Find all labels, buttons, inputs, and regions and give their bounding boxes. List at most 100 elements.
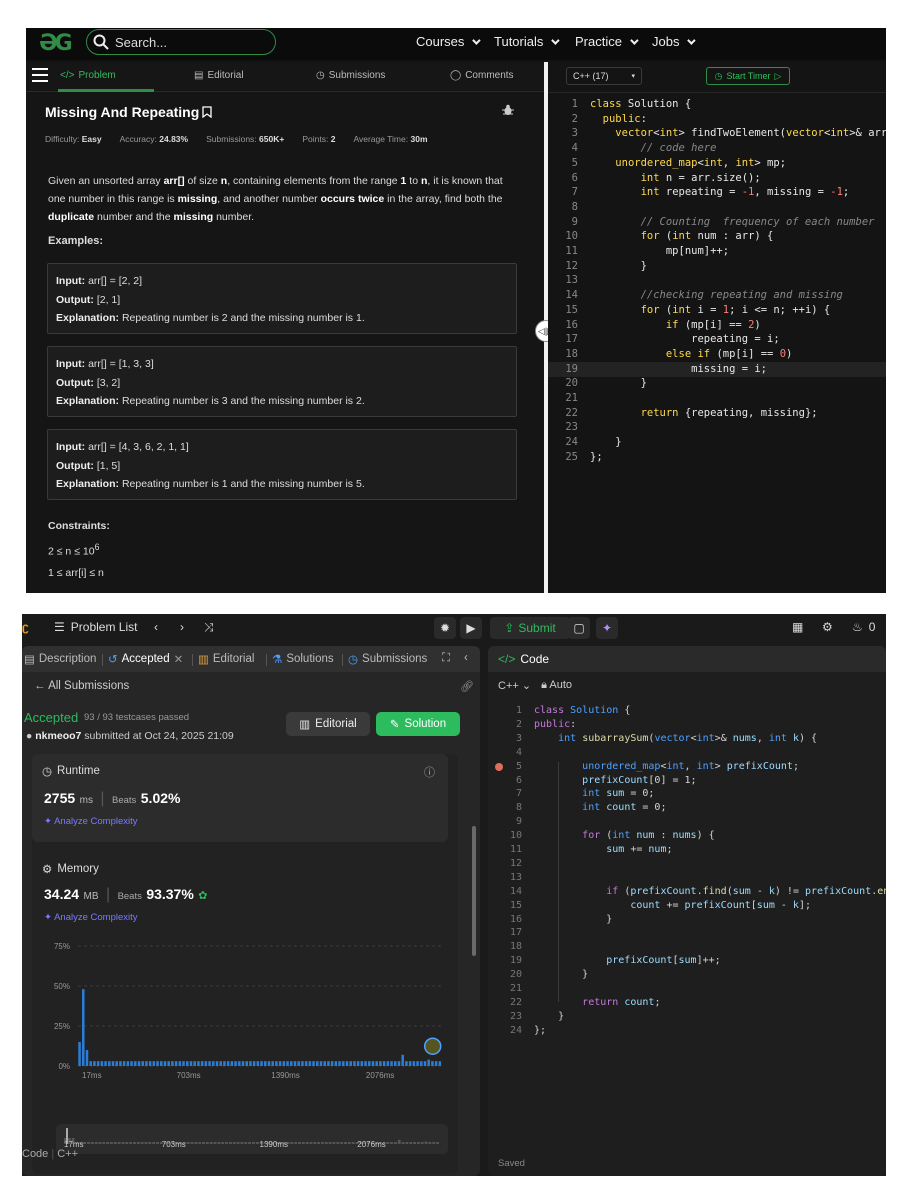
chart-bar[interactable] — [271, 1061, 274, 1066]
editorial-button[interactable]: ▥ Editorial — [286, 712, 370, 736]
code-line[interactable]: 6 prefixCount[0] = 1; — [488, 774, 886, 788]
chart-bar[interactable] — [160, 1061, 163, 1066]
chart-bar[interactable] — [264, 1061, 267, 1066]
gfg-search-box[interactable]: Search... — [86, 29, 276, 55]
gfg-code-editor[interactable]: C++ (17) ▾ ◷ Start Timer ▷ 1 class Solution … — [548, 62, 886, 593]
chart-bar[interactable] — [405, 1061, 408, 1066]
chart-bar[interactable] — [375, 1061, 378, 1066]
code-line[interactable]: 14 if (prefixCount.find(sum - k) != pref… — [488, 885, 886, 899]
chart-bar[interactable] — [104, 1061, 107, 1066]
chart-bar[interactable] — [401, 1054, 404, 1066]
chart-bar[interactable] — [96, 1061, 100, 1066]
chart-bar[interactable] — [152, 1061, 156, 1066]
code-line[interactable]: 12 } — [548, 259, 886, 274]
chart-bar[interactable] — [323, 1061, 326, 1066]
code-line[interactable]: 5 unordered_map<int, int> prefixCount; — [488, 760, 886, 774]
breakpoint-icon[interactable] — [495, 763, 503, 771]
code-line[interactable]: 19 missing = i; — [548, 361, 886, 377]
chart-bar[interactable] — [167, 1061, 170, 1066]
chart-bar[interactable] — [200, 1061, 204, 1066]
chart-bar[interactable] — [423, 1061, 427, 1066]
tab-description[interactable]: ▤ Description — [24, 652, 96, 666]
gear-icon[interactable]: ⚙ — [822, 620, 833, 634]
code-line[interactable]: 4 // code here — [548, 141, 886, 156]
code-line[interactable]: 23 — [548, 420, 886, 435]
bookmark-icon[interactable] — [202, 106, 212, 118]
chart-bar[interactable] — [193, 1061, 196, 1066]
tab-solutions[interactable]: ⚗ Solutions — [272, 652, 334, 666]
chart-bar[interactable] — [386, 1061, 390, 1066]
code-line[interactable]: 10 for (int num : nums) { — [488, 829, 886, 843]
code-line[interactable]: 9 // Counting frequency of each number — [548, 215, 886, 230]
chart-bar[interactable] — [412, 1061, 416, 1066]
chart-bar[interactable] — [189, 1061, 193, 1066]
avatar[interactable]: ● — [26, 730, 32, 742]
memory-distribution-chart[interactable]: 75% 50% 25% 0% 17ms 703ms 1390ms 2076ms — [42, 940, 452, 1080]
code-line[interactable]: 6 int n = arr.size(); — [548, 171, 886, 186]
code-line[interactable]: 24}; — [488, 1024, 886, 1038]
code-line[interactable]: 11 mp[num]++; — [548, 244, 886, 259]
chart-bar[interactable] — [100, 1061, 104, 1066]
code-line[interactable]: 12 — [488, 857, 886, 871]
chart-bar[interactable] — [349, 1061, 352, 1066]
code-line[interactable]: 7 int sum = 0; — [488, 787, 886, 801]
chart-bar[interactable] — [256, 1061, 260, 1066]
layout-grid-icon[interactable]: ▦ — [792, 620, 803, 634]
chart-bar[interactable] — [223, 1061, 226, 1066]
chart-bar[interactable] — [304, 1061, 308, 1066]
tab-problem[interactable]: </> Problem — [60, 70, 116, 81]
code-line[interactable]: 11 sum += num; — [488, 843, 886, 857]
user-position-marker[interactable] — [423, 1037, 442, 1055]
prev-problem-icon[interactable]: ‹ — [154, 620, 158, 634]
chart-bar[interactable] — [219, 1061, 222, 1066]
chart-bar[interactable] — [438, 1061, 442, 1066]
next-problem-icon[interactable]: › — [180, 620, 184, 634]
chart-bar[interactable] — [141, 1061, 144, 1066]
tab-editorial[interactable]: ▥ Editorial — [198, 652, 254, 666]
chart-bar[interactable] — [122, 1061, 126, 1066]
chart-bar[interactable] — [252, 1061, 256, 1066]
lc-code-editor[interactable]: </> Code C++ ⌄ 🔒︎ Auto 1 class Solution {2… — [488, 646, 886, 1176]
chart-bar[interactable] — [148, 1061, 152, 1066]
chart-bar[interactable] — [290, 1061, 293, 1066]
chart-bar[interactable] — [178, 1061, 182, 1066]
close-icon[interactable]: ✕ — [174, 652, 184, 666]
chart-bar[interactable] — [416, 1061, 419, 1066]
code-line[interactable]: 24 } — [548, 435, 886, 450]
chart-bar[interactable] — [420, 1061, 423, 1066]
code-line[interactable]: 21 — [488, 982, 886, 996]
chart-bar[interactable] — [249, 1061, 252, 1066]
chart-bar[interactable] — [319, 1061, 323, 1066]
code-line[interactable]: 13 — [488, 871, 886, 885]
chart-bar[interactable] — [260, 1061, 263, 1066]
code-line[interactable]: 18 else if (mp[i] == 0) — [548, 347, 886, 362]
chart-bar[interactable] — [238, 1061, 241, 1066]
chart-bar[interactable] — [171, 1061, 174, 1066]
code-line[interactable]: 16 } — [488, 913, 886, 927]
gfg-logo[interactable]: ƏG — [39, 31, 79, 56]
chart-bar[interactable] — [356, 1061, 360, 1066]
code-line[interactable]: 9 — [488, 815, 886, 829]
menu-icon[interactable] — [32, 68, 48, 82]
code-line[interactable]: 15 for (int i = 1; i <= n; ++i) { — [548, 303, 886, 318]
note-icon[interactable]: ▢ — [568, 617, 590, 639]
chart-bar[interactable] — [226, 1061, 230, 1066]
chart-bar[interactable] — [212, 1061, 215, 1066]
problem-list-button[interactable]: ☰ Problem List — [54, 620, 137, 634]
code-line[interactable]: 10 for (int num : arr) { — [548, 229, 886, 244]
chart-bar[interactable] — [241, 1061, 245, 1066]
info-icon[interactable]: ⓘ — [424, 764, 435, 780]
nav-practice[interactable]: Practice — [575, 34, 639, 49]
chart-bar[interactable] — [308, 1061, 312, 1066]
code-line[interactable]: 1 class Solution { — [548, 97, 886, 112]
chart-bar[interactable] — [360, 1061, 364, 1066]
code-line[interactable]: 8 — [548, 200, 886, 215]
bug-icon[interactable] — [502, 104, 514, 119]
code-line[interactable]: 13 — [548, 273, 886, 288]
code-line[interactable]: 15 count += prefixCount[sum - k]; — [488, 899, 886, 913]
scrollbar[interactable] — [472, 826, 476, 956]
chart-bar[interactable] — [368, 1061, 371, 1066]
tab-submissions[interactable]: ◷ Submissions — [348, 652, 427, 666]
tab-accepted[interactable]: ↺ Accepted ✕ — [108, 652, 183, 666]
code-line[interactable]: 23 } — [488, 1010, 886, 1024]
